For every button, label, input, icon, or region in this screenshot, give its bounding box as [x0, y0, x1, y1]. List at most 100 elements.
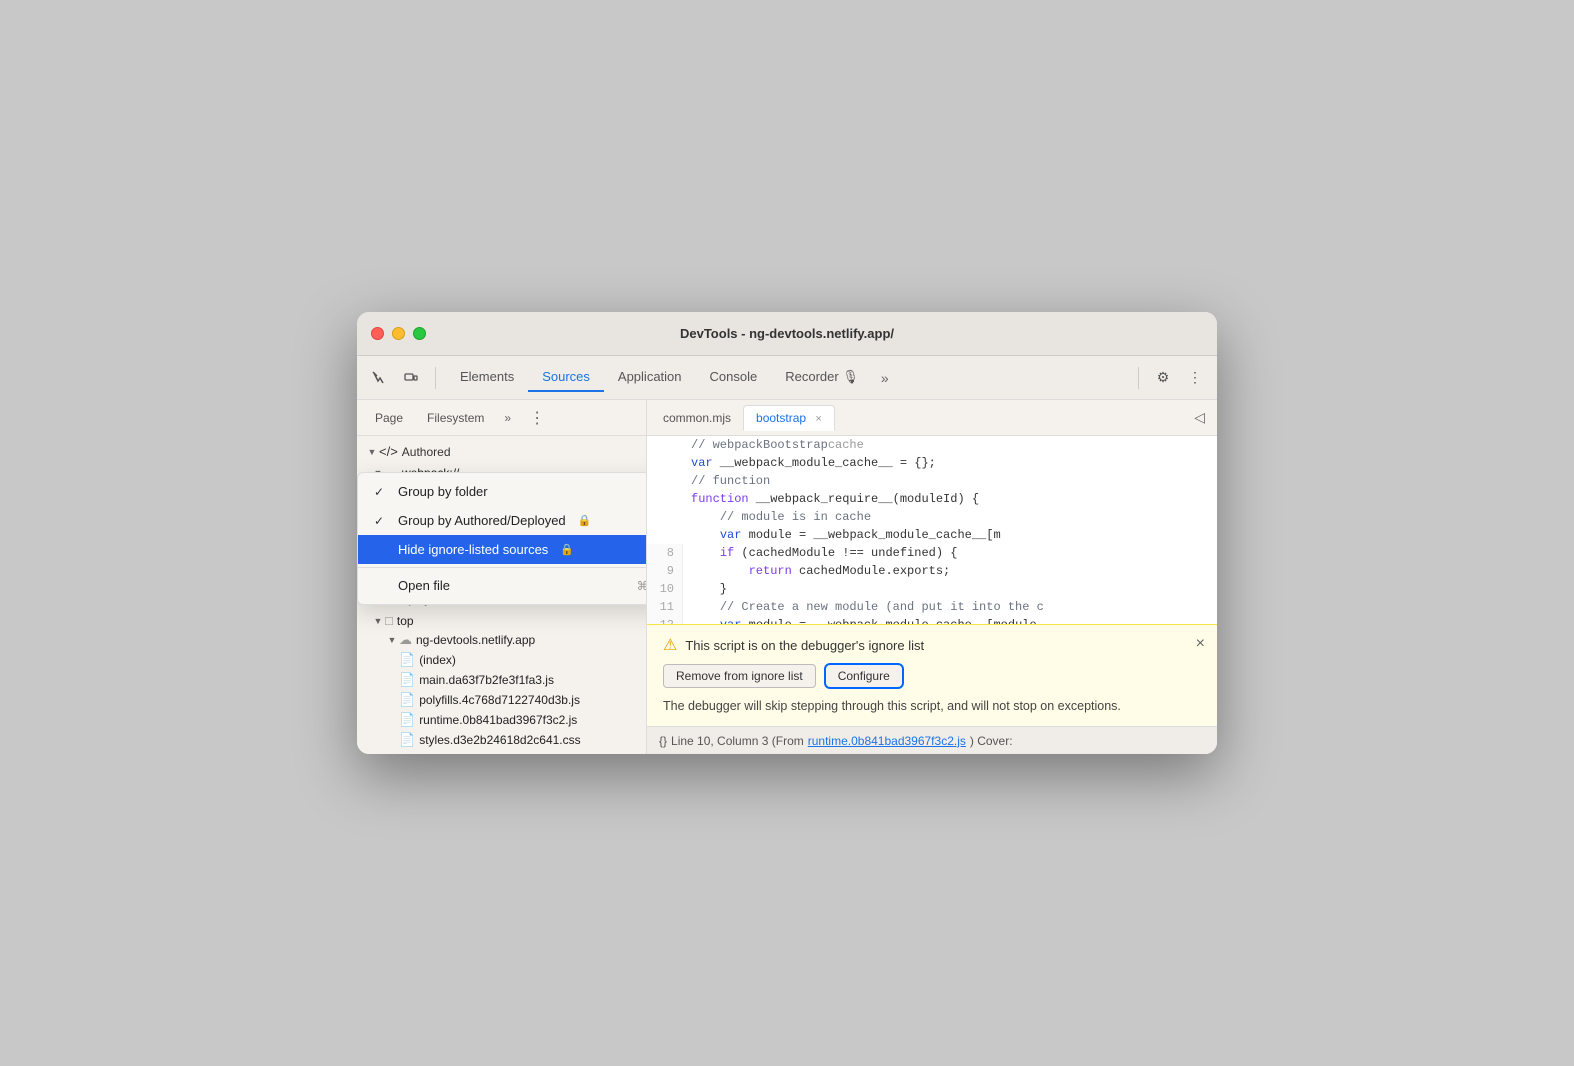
ignore-banner-description: The debugger will skip stepping through …	[663, 697, 1201, 716]
menu-hide-ignore-listed[interactable]: Hide ignore-listed sources 🔒	[358, 535, 647, 564]
tab-application[interactable]: Application	[604, 363, 696, 392]
netlify-arrow: ▼	[385, 635, 399, 645]
devtools-body: Page Filesystem » ⋮ common.mjs bootstrap…	[357, 400, 1217, 754]
ignore-lock-icon: 🔒	[560, 543, 574, 556]
menu-group-folder-label: Group by folder	[398, 484, 488, 499]
authored-label: Authored	[402, 445, 451, 459]
check-group-folder: ✓	[374, 485, 390, 499]
menu-hide-ignore-label: Hide ignore-listed sources	[398, 542, 548, 557]
styles-label: styles.d3e2b24618d2c641.css	[419, 733, 580, 747]
index-file-icon: 📄	[399, 652, 415, 668]
pane-container: ▼ </> Authored ▼ ☁ webpack:// ▶ 📁	[357, 436, 1217, 754]
status-suffix: ) Cover:	[970, 734, 1013, 748]
tree-item-netlify[interactable]: ▼ ☁ ng-devtools.netlify.app	[357, 630, 646, 650]
code-line-7: var module = __webpack_module_cache__[m	[647, 526, 1217, 544]
ignore-banner-close-icon[interactable]: ×	[1196, 635, 1205, 653]
styles-file-icon: 📄	[399, 732, 415, 748]
more-options-icon[interactable]: ⋮	[1181, 364, 1209, 392]
polyfills-file-icon: 📄	[399, 692, 415, 708]
subtoolbar-menu-icon[interactable]: ⋮	[523, 406, 551, 430]
tab-filesystem[interactable]: Filesystem	[417, 406, 494, 430]
context-menu: ✓ Group by folder ✓ Group by Authored/De…	[357, 472, 647, 605]
file-tab-common[interactable]: common.mjs	[651, 406, 743, 430]
status-bar: {} Line 10, Column 3 (From runtime.0b841…	[647, 726, 1217, 754]
runtime-file-icon: 📄	[399, 712, 415, 728]
tree-item-index[interactable]: 📄 (index)	[357, 650, 646, 670]
settings-icon[interactable]: ⚙	[1149, 364, 1177, 392]
status-runtime-link[interactable]: runtime.0b841bad3967f3c2.js	[808, 734, 966, 748]
collapse-pane-icon[interactable]: ◁	[1186, 405, 1213, 430]
file-tabs: common.mjs bootstrap × ◁	[647, 400, 1217, 435]
code-line-5: function __webpack_require__(moduleId) {	[647, 490, 1217, 508]
authored-icon: </>	[379, 444, 398, 459]
netlify-icon: ☁	[399, 632, 412, 648]
authored-lock-icon: 🔒	[578, 514, 592, 527]
close-tab-icon[interactable]: ×	[815, 413, 821, 425]
runtime-js-label: runtime.0b841bad3967f3c2.js	[419, 713, 577, 727]
menu-open-file[interactable]: Open file ⌘ P	[358, 571, 647, 600]
main-toolbar: Elements Sources Application Console Rec…	[357, 356, 1217, 400]
ignore-banner: ⚠ This script is on the debugger's ignor…	[647, 624, 1217, 726]
code-line-11: 11 // Create a new module (and put it in…	[647, 598, 1217, 616]
configure-wrapper: Configure	[824, 663, 904, 689]
code-line-10: 10 }	[647, 580, 1217, 598]
menu-divider	[358, 567, 647, 568]
left-subtoolbar: Page Filesystem » ⋮	[357, 400, 647, 435]
main-file-icon: 📄	[399, 672, 415, 688]
tab-elements[interactable]: Elements	[446, 363, 528, 392]
menu-group-authored-label: Group by Authored/Deployed	[398, 513, 566, 528]
configure-button[interactable]: Configure	[824, 663, 904, 689]
tree-item-main[interactable]: 📄 main.da63f7b2fe3f1fa3.js	[357, 670, 646, 690]
tree-item-polyfills[interactable]: 📄 polyfills.4c768d7122740d3b.js	[357, 690, 646, 710]
check-group-authored: ✓	[374, 514, 390, 528]
inspect-icon[interactable]	[365, 364, 393, 392]
maximize-button[interactable]	[413, 327, 426, 340]
tab-console[interactable]: Console	[696, 363, 772, 392]
ignore-banner-actions: Remove from ignore list Configure	[663, 663, 1201, 689]
menu-group-by-authored[interactable]: ✓ Group by Authored/Deployed 🔒	[358, 506, 647, 535]
toolbar-divider-2	[1138, 367, 1139, 389]
open-file-shortcut: ⌘ P	[637, 579, 647, 593]
menu-open-file-label: Open file	[398, 578, 450, 593]
polyfills-label: polyfills.4c768d7122740d3b.js	[419, 693, 580, 707]
code-line-4: // function	[647, 472, 1217, 490]
status-format-icon[interactable]: {}	[659, 734, 667, 748]
devtools-window: DevTools - ng-devtools.netlify.app/ Elem…	[357, 312, 1217, 754]
subtoolbar: Page Filesystem » ⋮ common.mjs bootstrap…	[357, 400, 1217, 436]
netlify-label: ng-devtools.netlify.app	[416, 633, 535, 647]
tab-sources[interactable]: Sources	[528, 363, 604, 392]
tab-page[interactable]: Page	[365, 406, 413, 430]
code-line-8: 8 if (cachedModule !== undefined) {	[647, 544, 1217, 562]
tree-item-styles[interactable]: 📄 styles.d3e2b24618d2c641.css	[357, 730, 646, 750]
top-icon: □	[385, 613, 393, 628]
ignore-banner-title: ⚠ This script is on the debugger's ignor…	[663, 635, 1201, 655]
device-icon[interactable]	[397, 364, 425, 392]
remove-from-ignore-list-button[interactable]: Remove from ignore list	[663, 664, 816, 688]
file-tab-bootstrap[interactable]: bootstrap ×	[743, 405, 835, 431]
tree-item-runtime-js[interactable]: 📄 runtime.0b841bad3967f3c2.js	[357, 710, 646, 730]
authored-section-header[interactable]: ▼ </> Authored	[357, 440, 646, 463]
toolbar-divider-1	[435, 367, 436, 389]
tree-item-top[interactable]: ▼ □ top	[357, 611, 646, 630]
code-line-9: 9 return cachedModule.exports;	[647, 562, 1217, 580]
titlebar: DevTools - ng-devtools.netlify.app/	[357, 312, 1217, 356]
status-text: Line 10, Column 3 (From	[671, 734, 804, 748]
minimize-button[interactable]	[392, 327, 405, 340]
toolbar-tabs: Elements Sources Application Console Rec…	[446, 363, 1128, 393]
code-line-1: // webpackBootstrapcache	[647, 436, 1217, 454]
tab-recorder[interactable]: Recorder 🎙	[771, 363, 873, 393]
code-line-6: // module is in cache	[647, 508, 1217, 526]
menu-group-by-folder[interactable]: ✓ Group by folder	[358, 477, 647, 506]
top-label: top	[397, 614, 414, 628]
code-editor-pane: // webpackBootstrapcache var __webpack_m…	[647, 436, 1217, 754]
index-label: (index)	[419, 653, 456, 667]
window-title: DevTools - ng-devtools.netlify.app/	[680, 326, 894, 341]
close-button[interactable]	[371, 327, 384, 340]
warning-icon: ⚠	[663, 635, 677, 655]
code-line-2: var __webpack_module_cache__ = {};	[647, 454, 1217, 472]
more-subtabs-icon[interactable]: »	[498, 409, 517, 427]
traffic-lights	[371, 327, 426, 340]
authored-arrow: ▼	[365, 447, 379, 457]
file-tree-pane: ▼ </> Authored ▼ ☁ webpack:// ▶ 📁	[357, 436, 647, 754]
more-tabs-icon[interactable]: »	[873, 366, 897, 390]
